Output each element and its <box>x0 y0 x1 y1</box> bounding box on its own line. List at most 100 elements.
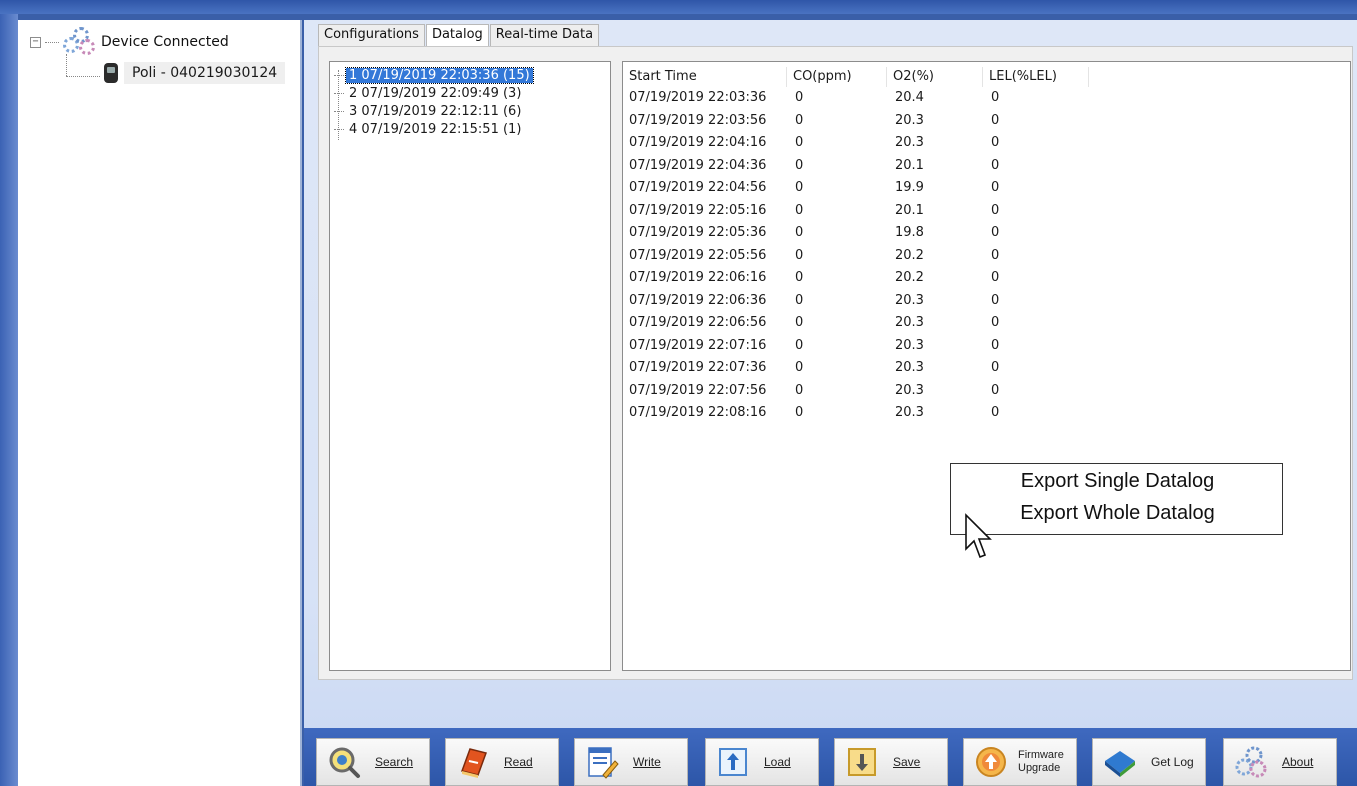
read-button-label: Read <box>504 754 533 769</box>
search-button-label: Search <box>375 754 414 769</box>
table-cell-time: 07/19/2019 22:06:56 <box>629 315 767 330</box>
tree-connector <box>334 128 344 130</box>
datalog-list-item[interactable]: 1 07/19/2019 22:03:36 (15) <box>334 66 534 84</box>
export-context-menu: Export Single Datalog Export Whole Datal… <box>950 463 1283 535</box>
table-cell-value: 0 <box>795 180 804 195</box>
load-button[interactable]: Load <box>705 738 819 786</box>
firmware-upgrade-button-label: Firmware Upgrade <box>1018 749 1064 774</box>
table-cell-value: 0 <box>795 247 804 263</box>
datalog-list-item[interactable]: 2 07/19/2019 22:09:49 (3) <box>334 84 524 102</box>
window-left-frame <box>0 14 18 786</box>
table-cell-time: 07/19/2019 22:06:16 <box>629 270 767 285</box>
tree-connector <box>66 76 100 77</box>
load-button-label: Load <box>764 754 791 769</box>
device-tree-pane: − Device Connected Poli - 040219030124 <box>18 20 302 786</box>
tab-configurations[interactable]: Configurations <box>318 24 425 46</box>
write-button[interactable]: Write <box>574 738 688 786</box>
table-cell-value: 20.3 <box>895 405 924 420</box>
table-cell-value: 0 <box>991 180 1000 195</box>
datalog-list-item[interactable]: 3 07/19/2019 22:12:11 (6) <box>334 102 524 120</box>
table-cell-time: 07/19/2019 22:03:56 <box>629 112 767 128</box>
table-cell-value: 20.3 <box>895 135 924 150</box>
table-cell-value: 20.3 <box>895 337 924 353</box>
table-cell-value: 0 <box>991 360 1000 375</box>
table-cell-time: 07/19/2019 22:07:56 <box>629 382 767 398</box>
table-cell-value: 0 <box>795 202 804 218</box>
table-cell-value: 0 <box>991 315 1000 330</box>
table-cell-value: 20.2 <box>895 270 924 285</box>
table-cell-time: 07/19/2019 22:04:36 <box>629 157 767 173</box>
table-cell-value: 0 <box>795 90 804 105</box>
table-cell-value: 20.3 <box>895 360 924 375</box>
mouse-pointer-icon <box>965 513 992 559</box>
book-icon <box>461 748 487 778</box>
gears-icon <box>1235 746 1267 778</box>
download-arrow-icon <box>848 748 876 776</box>
table-cell-time: 07/19/2019 22:07:36 <box>629 360 767 375</box>
table-cell-time: 07/19/2019 22:08:16 <box>629 405 767 420</box>
datalog-list-item[interactable]: 4 07/19/2019 22:15:51 (1) <box>334 120 524 138</box>
tab-bar: Configurations Datalog Real-time Data <box>318 24 600 46</box>
get-log-button[interactable]: Get Log <box>1092 738 1206 786</box>
table-cell-time: 07/19/2019 22:05:36 <box>629 225 767 240</box>
save-button[interactable]: Save <box>834 738 948 786</box>
column-header-start-time[interactable]: Start Time <box>623 67 787 87</box>
table-cell-value: 0 <box>991 225 1000 240</box>
table-cell-value: 19.9 <box>895 180 924 195</box>
table-cell-value: 0 <box>991 112 1000 128</box>
table-cell-value: 0 <box>795 135 804 150</box>
magnifier-icon <box>329 747 360 778</box>
firmware-upgrade-button[interactable]: Firmware Upgrade <box>963 738 1077 786</box>
table-cell-value: 20.3 <box>895 292 924 308</box>
datalog-item-label: 4 07/19/2019 22:15:51 (1) <box>349 121 522 137</box>
tree-connector <box>66 54 67 76</box>
table-cell-value: 0 <box>795 225 804 240</box>
column-header-lel[interactable]: LEL(%LEL) <box>983 67 1089 87</box>
get-log-button-label: Get Log <box>1151 754 1194 769</box>
tree-collapse-icon[interactable]: − <box>30 36 41 48</box>
about-button-label: About <box>1282 754 1314 769</box>
device-label: Poli - 040219030124 <box>124 62 286 84</box>
table-cell-value: 0 <box>795 360 804 375</box>
menu-item-export-whole-datalog[interactable]: Export Whole Datalog <box>951 502 1284 525</box>
column-header-co[interactable]: CO(ppm) <box>787 67 887 87</box>
table-cell-time: 07/19/2019 22:04:56 <box>629 180 767 195</box>
tree-node-device[interactable]: Poli - 040219030124 <box>104 60 286 86</box>
column-header-o2[interactable]: O2(%) <box>887 67 983 87</box>
table-cell-value: 0 <box>795 270 804 285</box>
table-cell-value: 0 <box>795 292 804 308</box>
save-button-label: Save <box>893 754 921 769</box>
table-cell-value: 0 <box>991 337 1000 353</box>
table-cell-value: 0 <box>795 315 804 330</box>
about-button[interactable]: About <box>1223 738 1337 786</box>
table-cell-value: 0 <box>991 90 1000 105</box>
read-button[interactable]: Read <box>445 738 559 786</box>
table-cell-time: 07/19/2019 22:06:36 <box>629 292 767 308</box>
table-cell-value: 0 <box>991 292 1000 308</box>
upload-arrow-icon <box>719 748 747 776</box>
tree-connector <box>334 92 344 94</box>
tree-connector <box>45 41 59 43</box>
table-cell-value: 0 <box>991 157 1000 173</box>
table-cell-value: 20.3 <box>895 315 924 330</box>
table-cell-value: 0 <box>991 202 1000 218</box>
datalog-list[interactable]: 1 07/19/2019 22:03:36 (15) 2 07/19/2019 … <box>329 61 611 671</box>
table-cell-value: 0 <box>991 382 1000 398</box>
datalog-tab-body: 1 07/19/2019 22:03:36 (15) 2 07/19/2019 … <box>318 46 1353 680</box>
search-button[interactable]: Search <box>316 738 430 786</box>
tab-datalog[interactable]: Datalog <box>425 24 489 46</box>
table-cell-time: 07/19/2019 22:03:36 <box>629 90 767 105</box>
table-cell-time: 07/19/2019 22:05:56 <box>629 247 767 263</box>
table-cell-value: 20.3 <box>895 112 924 128</box>
datalog-table[interactable]: Start Time CO(ppm) O2(%) LEL(%LEL) 07/19… <box>622 61 1351 671</box>
table-cell-value: 19.8 <box>895 225 924 240</box>
table-cell-value: 20.1 <box>895 157 924 173</box>
tab-real-time-data[interactable]: Real-time Data <box>489 24 600 46</box>
main-panel: Configurations Datalog Real-time Data 1 … <box>304 20 1357 786</box>
tree-node-device-connected[interactable]: − Device Connected <box>30 27 229 56</box>
datalog-item-label: 1 07/19/2019 22:03:36 (15) <box>345 66 534 84</box>
menu-item-export-single-datalog[interactable]: Export Single Datalog <box>951 470 1284 493</box>
table-cell-value: 0 <box>991 135 1000 150</box>
table-cell-value: 0 <box>795 405 804 420</box>
table-cell-value: 0 <box>795 157 804 173</box>
